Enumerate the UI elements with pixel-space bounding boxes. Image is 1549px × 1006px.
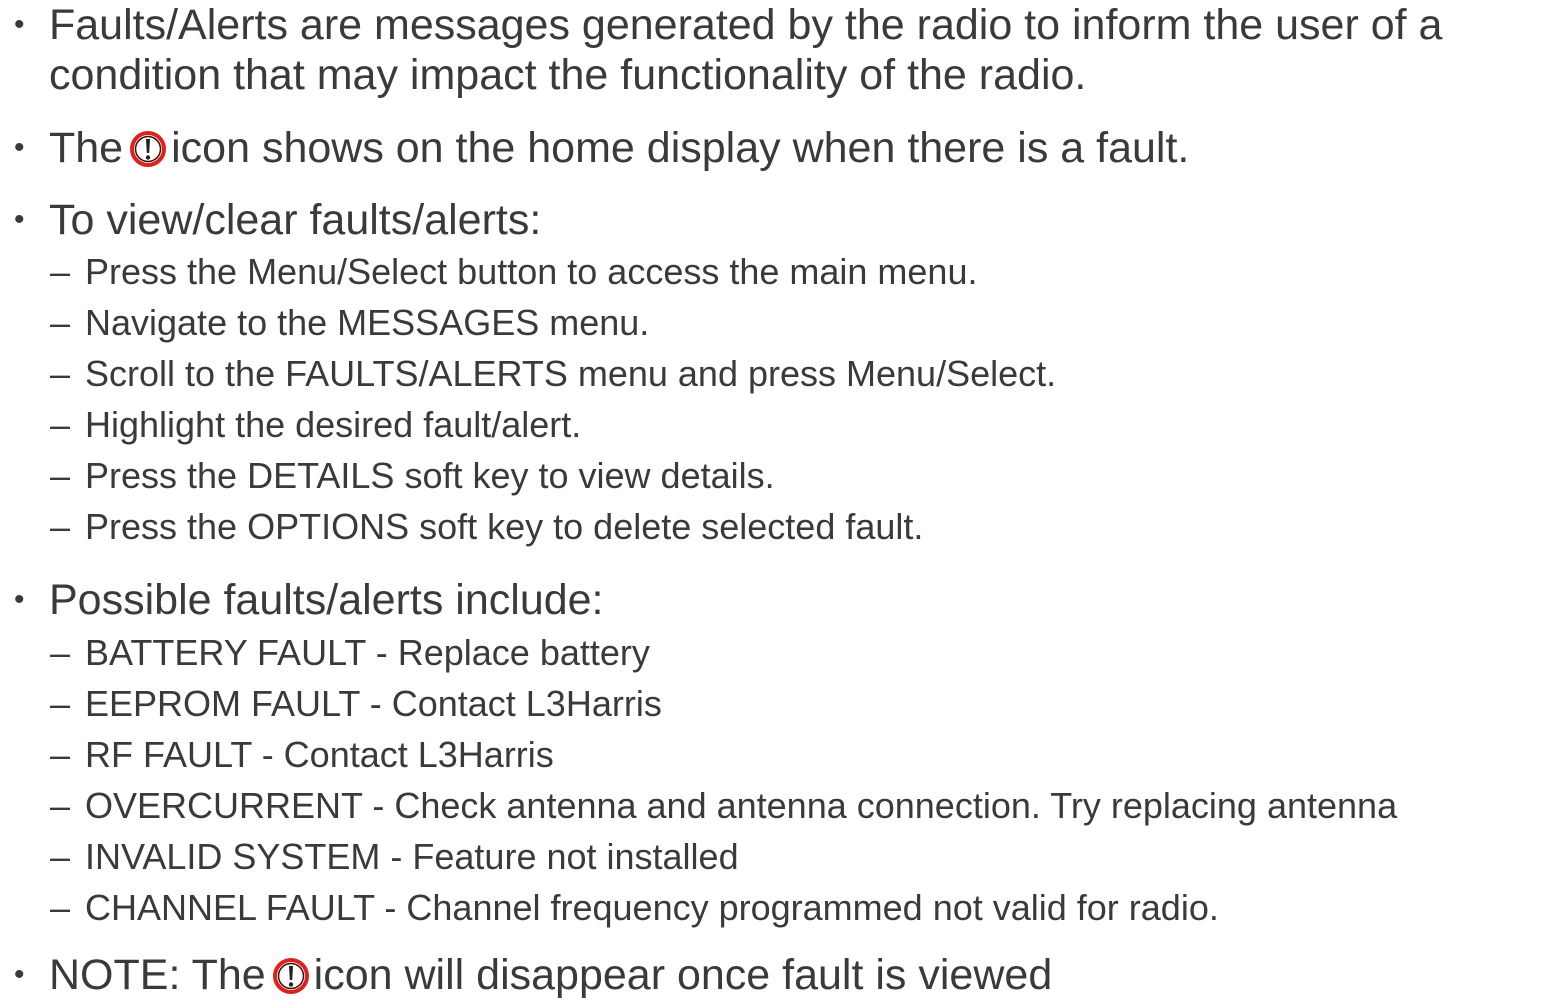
dash-marker: – — [50, 506, 71, 547]
dash-marker: – — [50, 734, 71, 775]
fault-text: INVALID SYSTEM - Feature not installed — [85, 836, 739, 877]
bullet-intro-line2: condition that may impact the functional… — [49, 51, 1087, 99]
dash-marker: – — [50, 887, 71, 928]
list-item-step: – Highlight the desired fault/alert. — [50, 403, 581, 447]
bullet-note-text: NOTE: The icon will disappear once fault … — [49, 950, 1539, 1000]
dash-marker: – — [50, 251, 71, 292]
dash-marker: – — [50, 302, 71, 343]
step-text: Press the DETAILS soft key to view detai… — [85, 455, 775, 496]
bullet-intro-line1: Faults/Alerts are messages generated by … — [49, 1, 1443, 49]
fault-exclamation-icon — [129, 129, 167, 167]
bullet-marker: • — [14, 203, 25, 236]
fault-text: EEPROM FAULT - Contact L3Harris — [85, 683, 662, 724]
dash-marker: – — [50, 353, 71, 394]
list-item-fault: – RF FAULT - Contact L3Harris — [50, 733, 554, 777]
bullet-note-post: icon will disappear once fault is viewed — [313, 951, 1053, 999]
step-text: Highlight the desired fault/alert. — [85, 404, 582, 445]
dash-marker: – — [50, 632, 71, 673]
bullet-note-pre: NOTE: The — [49, 951, 266, 999]
list-item-fault: – OVERCURRENT - Check antenna and antenna… — [50, 784, 1397, 828]
dash-marker: – — [50, 404, 71, 445]
fault-text: RF FAULT - Contact L3Harris — [85, 734, 554, 775]
fault-exclamation-icon — [272, 956, 310, 994]
list-item-fault: – EEPROM FAULT - Contact L3Harris — [50, 682, 662, 726]
dash-marker: – — [50, 683, 71, 724]
bullet-icon-info-text: The icon shows on the home display when t… — [49, 123, 1539, 173]
dash-marker: – — [50, 836, 71, 877]
step-text: Press the OPTIONS soft key to delete sel… — [85, 506, 924, 547]
step-text: Press the Menu/Select button to access t… — [85, 251, 978, 292]
list-item-fault: – BATTERY FAULT - Replace battery — [50, 631, 650, 675]
list-item-step: – Scroll to the FAULTS/ALERTS menu and pr… — [50, 352, 1056, 396]
step-text: Navigate to the MESSAGES menu. — [85, 302, 650, 343]
slide: • Faults/Alerts are messages generated b… — [0, 0, 1549, 1001]
bullet-marker: • — [14, 583, 25, 616]
list-item-step: – Press the OPTIONS soft key to delete se… — [50, 505, 923, 549]
list-item-step: – Press the Menu/Select button to access … — [50, 250, 977, 294]
bullet-marker: • — [14, 8, 25, 41]
bullet-view-clear-text: To view/clear faults/alerts: — [49, 196, 542, 244]
fault-text: CHANNEL FAULT - Channel frequency progra… — [85, 887, 1219, 928]
list-item-fault: – INVALID SYSTEM - Feature not installed — [50, 835, 739, 879]
bullet-marker: • — [14, 131, 25, 164]
step-text: Scroll to the FAULTS/ALERTS menu and pre… — [85, 353, 1057, 394]
bullet-icon-info-post: icon shows on the home display when ther… — [171, 124, 1190, 172]
dash-marker: – — [50, 455, 71, 496]
list-item-step: – Navigate to the MESSAGES menu. — [50, 301, 649, 345]
list-item-step: – Press the DETAILS soft key to view deta… — [50, 454, 775, 498]
fault-text: OVERCURRENT - Check antenna and antenna … — [85, 785, 1398, 826]
bullet-possible-faults-text: Possible faults/alerts include: — [49, 576, 604, 624]
dash-marker: – — [50, 785, 71, 826]
bullet-marker: • — [14, 958, 25, 991]
fault-text: BATTERY FAULT - Replace battery — [85, 632, 650, 673]
list-item-fault: – CHANNEL FAULT - Channel frequency progr… — [50, 886, 1219, 930]
bullet-icon-info-pre: The — [49, 124, 124, 172]
